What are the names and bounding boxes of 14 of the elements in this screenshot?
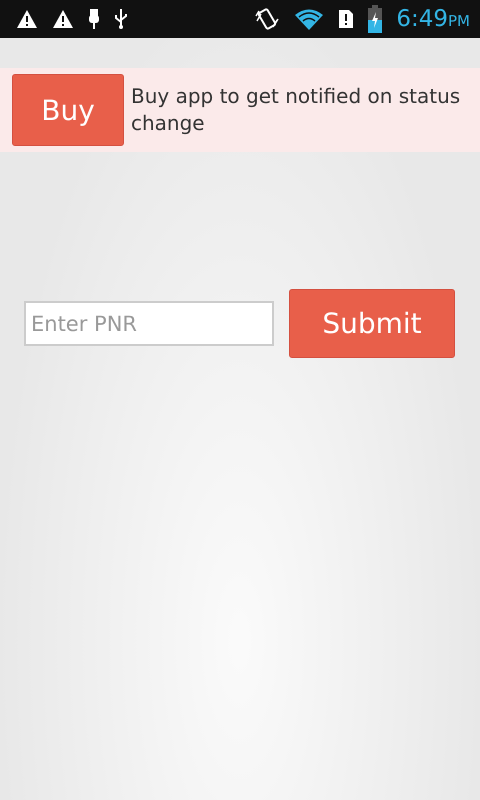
sim-alert-icon — [338, 9, 354, 29]
wifi-icon — [294, 7, 324, 31]
clock-time: 6:49 — [396, 6, 448, 32]
usb-icon — [114, 8, 128, 30]
warning-icon — [16, 9, 38, 29]
clock-period: PM — [448, 12, 470, 30]
pnr-input-field[interactable]: Enter PNR — [24, 301, 274, 346]
vibrate-icon — [254, 6, 280, 32]
banner-message: Buy app to get notified on status change — [131, 83, 461, 137]
warning-icon — [52, 9, 74, 29]
submit-button[interactable]: Submit — [289, 289, 455, 358]
battery-charging-icon — [368, 5, 382, 33]
usb-plug-icon — [88, 8, 100, 30]
buy-button[interactable]: Buy — [12, 74, 124, 146]
